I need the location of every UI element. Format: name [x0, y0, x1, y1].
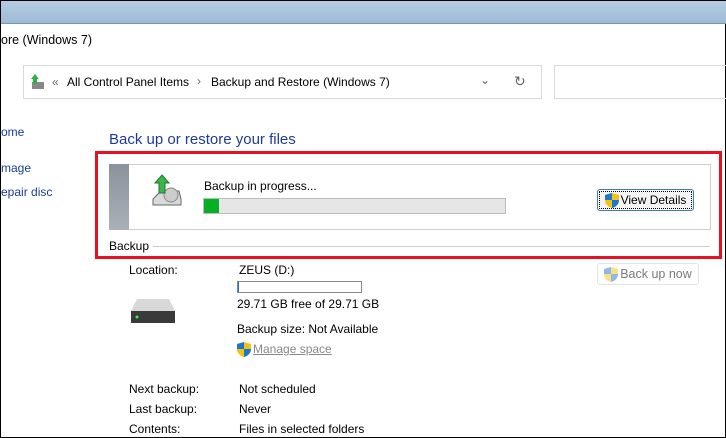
disk-space-bar	[237, 281, 362, 293]
disk-space-fill	[238, 282, 239, 292]
title-bar	[1, 1, 726, 24]
highlight-box	[95, 151, 722, 259]
location-label: Location:	[129, 263, 178, 277]
free-space: 29.71 GB free of 29.71 GB	[237, 297, 380, 311]
breadcrumb-backup-restore[interactable]: Backup and Restore (Windows 7)	[211, 75, 390, 89]
manage-space-link[interactable]: Manage space	[237, 342, 332, 357]
shield-icon	[237, 342, 251, 357]
breadcrumb-all-items[interactable]: All Control Panel Items	[67, 75, 189, 89]
shield-icon	[604, 266, 619, 282]
manage-space-label: Manage space	[253, 342, 332, 356]
address-bar[interactable]: « All Control Panel Items › Backup and R…	[23, 65, 542, 99]
sidebar-item-system-image[interactable]: mage	[1, 161, 31, 175]
contents-value: Files in selected folders	[239, 422, 365, 436]
search-input[interactable]	[554, 65, 726, 99]
breadcrumb-chevron-icon: ›	[197, 74, 201, 88]
back-up-now-button[interactable]: Back up now	[597, 263, 699, 285]
page-title: Back up or restore your files	[109, 131, 296, 148]
last-backup-label: Last backup:	[129, 402, 198, 416]
last-backup-value: Never	[239, 402, 272, 416]
window-title: ore (Windows 7)	[1, 33, 92, 47]
sidebar-item-repair-disc[interactable]: epair disc	[1, 185, 52, 199]
next-backup-value: Not scheduled	[239, 382, 316, 396]
next-backup-label: Next backup:	[129, 382, 200, 396]
chevron-down-icon[interactable]: ⌄	[480, 73, 490, 87]
refresh-icon[interactable]: ↻	[514, 73, 526, 90]
control-panel-icon	[31, 74, 44, 89]
drive-icon	[131, 299, 175, 323]
backup-size: Backup size: Not Available	[237, 322, 379, 336]
back-up-now-label: Back up now	[620, 267, 692, 281]
sidebar-item-home[interactable]: ome	[1, 125, 24, 139]
location-value: ZEUS (D:)	[239, 263, 295, 277]
contents-label: Contents:	[129, 422, 181, 436]
breadcrumb-overflow[interactable]: «	[52, 75, 59, 89]
